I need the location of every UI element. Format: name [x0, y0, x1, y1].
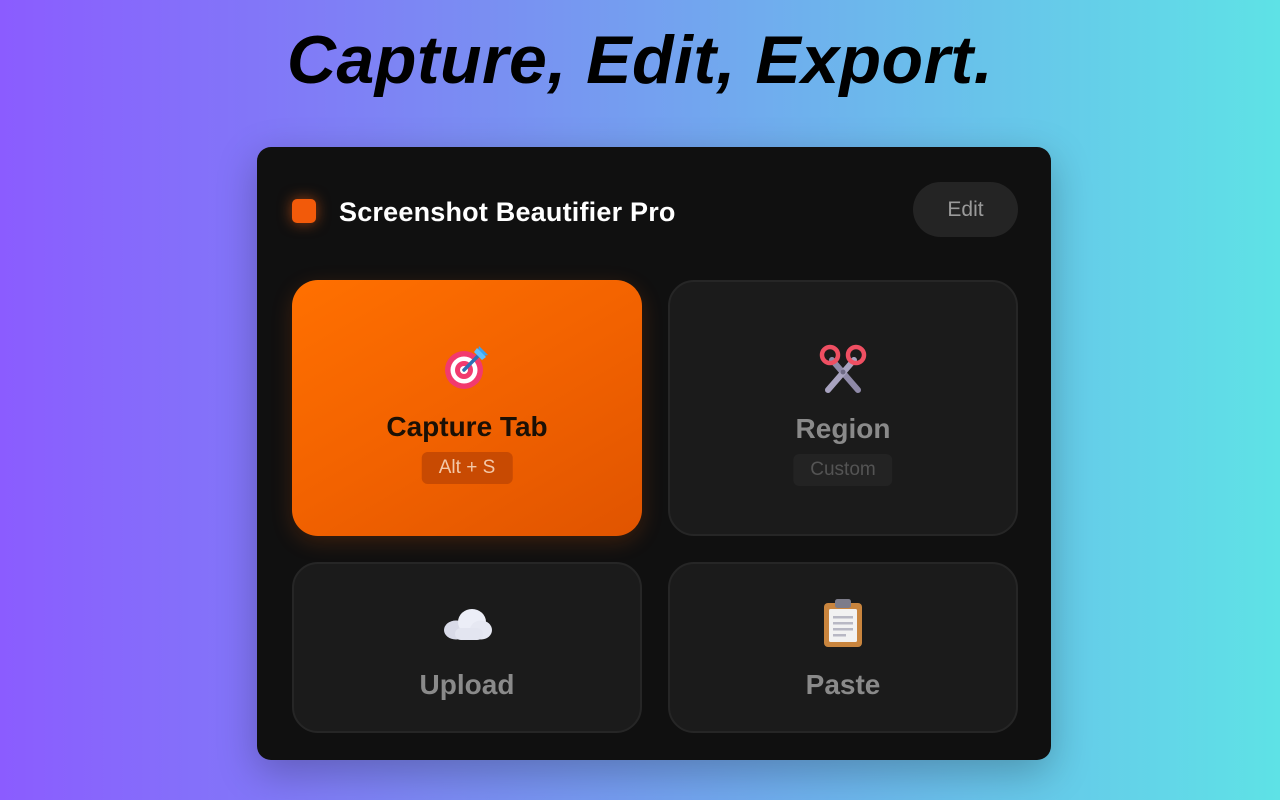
- app-title: Screenshot Beautifier Pro: [339, 197, 676, 227]
- capture-tab-button[interactable]: Capture Tab Alt + S: [292, 280, 642, 536]
- extension-popup: Screenshot Beautifier Pro Edit Capture T…: [257, 147, 1051, 760]
- clipboard-icon: [670, 597, 1016, 649]
- upload-label: Upload: [419, 669, 515, 700]
- paste-label: Paste: [805, 669, 881, 700]
- region-badge: Custom: [793, 454, 893, 486]
- paste-button[interactable]: Paste: [668, 562, 1018, 733]
- cloud-icon: [294, 604, 640, 644]
- target-icon: [292, 342, 642, 392]
- region-label: Region: [795, 413, 891, 444]
- headline: Capture, Edit, Export.: [286, 22, 994, 98]
- capture-tab-label: Capture Tab: [386, 411, 548, 442]
- brand-logo-icon: [292, 199, 316, 223]
- upload-button[interactable]: Upload: [292, 562, 642, 733]
- region-button[interactable]: Region Custom: [668, 280, 1018, 536]
- edit-button[interactable]: Edit: [913, 182, 1018, 237]
- capture-shortcut-badge: Alt + S: [421, 452, 513, 484]
- scissors-icon: [670, 344, 1016, 394]
